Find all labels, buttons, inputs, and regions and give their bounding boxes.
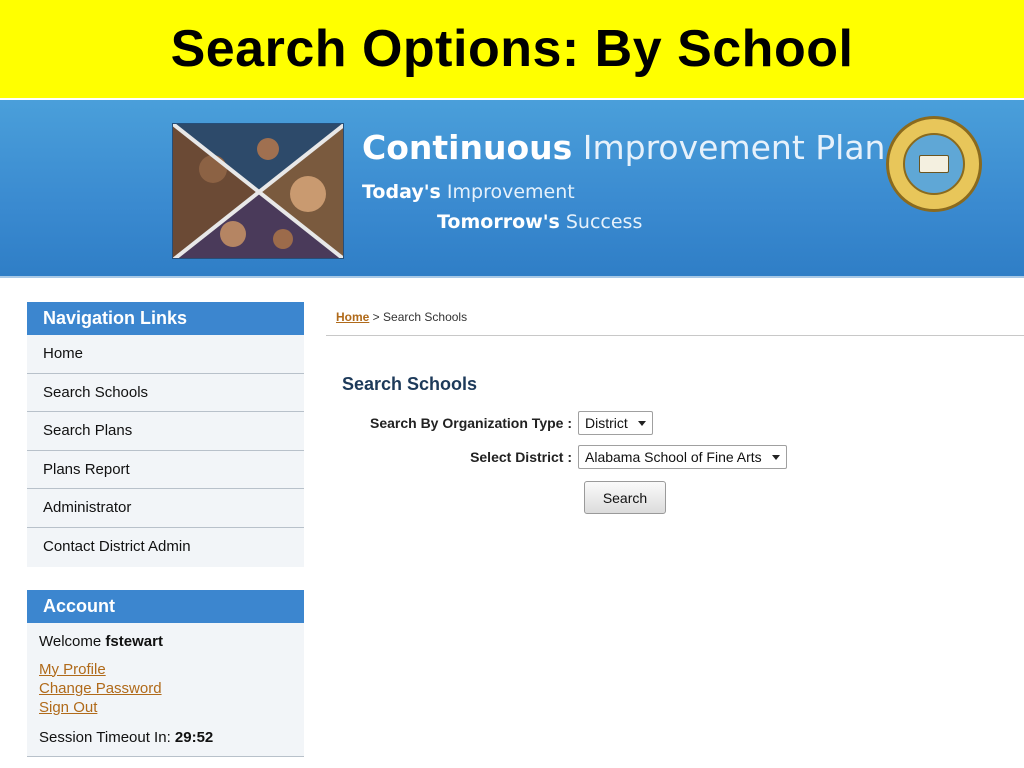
account-links: My Profile Change Password Sign Out — [39, 660, 292, 717]
main-content: Home > Search Schools Search Schools Sea… — [326, 302, 1024, 514]
my-profile-link[interactable]: My Profile — [39, 660, 292, 679]
timeout-label: Session Timeout In: — [39, 728, 171, 746]
tagline-1-light: Improvement — [446, 181, 575, 203]
account-body: Welcome fstewart My Profile Change Passw… — [27, 622, 304, 757]
site-banner: Continuous Improvement Plan Today's Impr… — [0, 100, 1024, 278]
welcome-text: Welcome fstewart — [39, 633, 292, 650]
breadcrumb: Home > Search Schools — [326, 302, 1024, 336]
chevron-down-icon — [637, 420, 646, 426]
sidebar-item-contact-district-admin[interactable]: Contact District Admin — [27, 528, 304, 567]
banner-brand: Continuous Improvement Plan Today's Impr… — [362, 128, 885, 233]
banner-title-light: Improvement Plan — [582, 128, 886, 167]
slide-title: Search Options: By School — [170, 20, 854, 78]
timeout-value: 29:52 — [174, 728, 214, 746]
banner-tagline-1: Today's Improvement — [362, 181, 885, 203]
banner-title-bold: Continuous — [362, 128, 573, 167]
seal-center — [903, 133, 965, 195]
district-select[interactable]: Alabama School of Fine Arts — [578, 445, 787, 469]
nav-heading: Navigation Links — [27, 302, 304, 335]
org-type-label: Search By Organization Type : — [369, 415, 572, 431]
chevron-down-icon — [771, 454, 780, 460]
nav-list: Home Search Schools Search Plans Plans R… — [27, 335, 304, 567]
breadcrumb-current: Search Schools — [383, 310, 468, 324]
org-type-row: Search By Organization Type : District — [326, 411, 653, 435]
district-label: Select District : — [470, 449, 572, 465]
breadcrumb-separator: > — [369, 310, 384, 324]
sidebar-item-home[interactable]: Home — [27, 335, 304, 374]
change-password-link[interactable]: Change Password — [39, 679, 292, 698]
sidebar: Navigation Links Home Search Schools Sea… — [27, 302, 304, 757]
tagline-2-bold: Tomorrow's — [437, 211, 560, 233]
sign-out-link[interactable]: Sign Out — [39, 698, 292, 717]
org-type-value: District — [585, 415, 628, 431]
org-type-select[interactable]: District — [578, 411, 653, 435]
sidebar-item-plans-report[interactable]: Plans Report — [27, 451, 304, 490]
session-timeout: Session Timeout In: 29:52 — [39, 729, 292, 746]
slide-title-band: Search Options: By School — [0, 0, 1024, 98]
search-button[interactable]: Search — [584, 481, 666, 514]
banner-tagline-2: Tomorrow's Success — [437, 211, 885, 233]
tagline-1-bold: Today's — [362, 181, 441, 203]
seal-book-icon — [919, 155, 949, 173]
banner-title: Continuous Improvement Plan — [362, 128, 885, 167]
welcome-prefix: Welcome — [39, 632, 102, 650]
sidebar-item-administrator[interactable]: Administrator — [27, 489, 304, 528]
sidebar-item-search-plans[interactable]: Search Plans — [27, 412, 304, 451]
account-panel: Account Welcome fstewart My Profile Chan… — [27, 589, 304, 757]
page-title: Search Schools — [342, 374, 478, 394]
account-heading: Account — [27, 589, 304, 623]
district-value: Alabama School of Fine Arts — [585, 449, 762, 465]
collage-graphic — [173, 124, 343, 258]
breadcrumb-home-link[interactable]: Home — [336, 310, 369, 324]
district-row: Select District : Alabama School of Fine… — [326, 445, 787, 469]
state-seal-icon — [886, 116, 982, 212]
username: fstewart — [105, 632, 163, 650]
student-collage-image — [172, 123, 344, 259]
sidebar-item-search-schools[interactable]: Search Schools — [27, 374, 304, 413]
tagline-2-light: Success — [565, 211, 643, 233]
